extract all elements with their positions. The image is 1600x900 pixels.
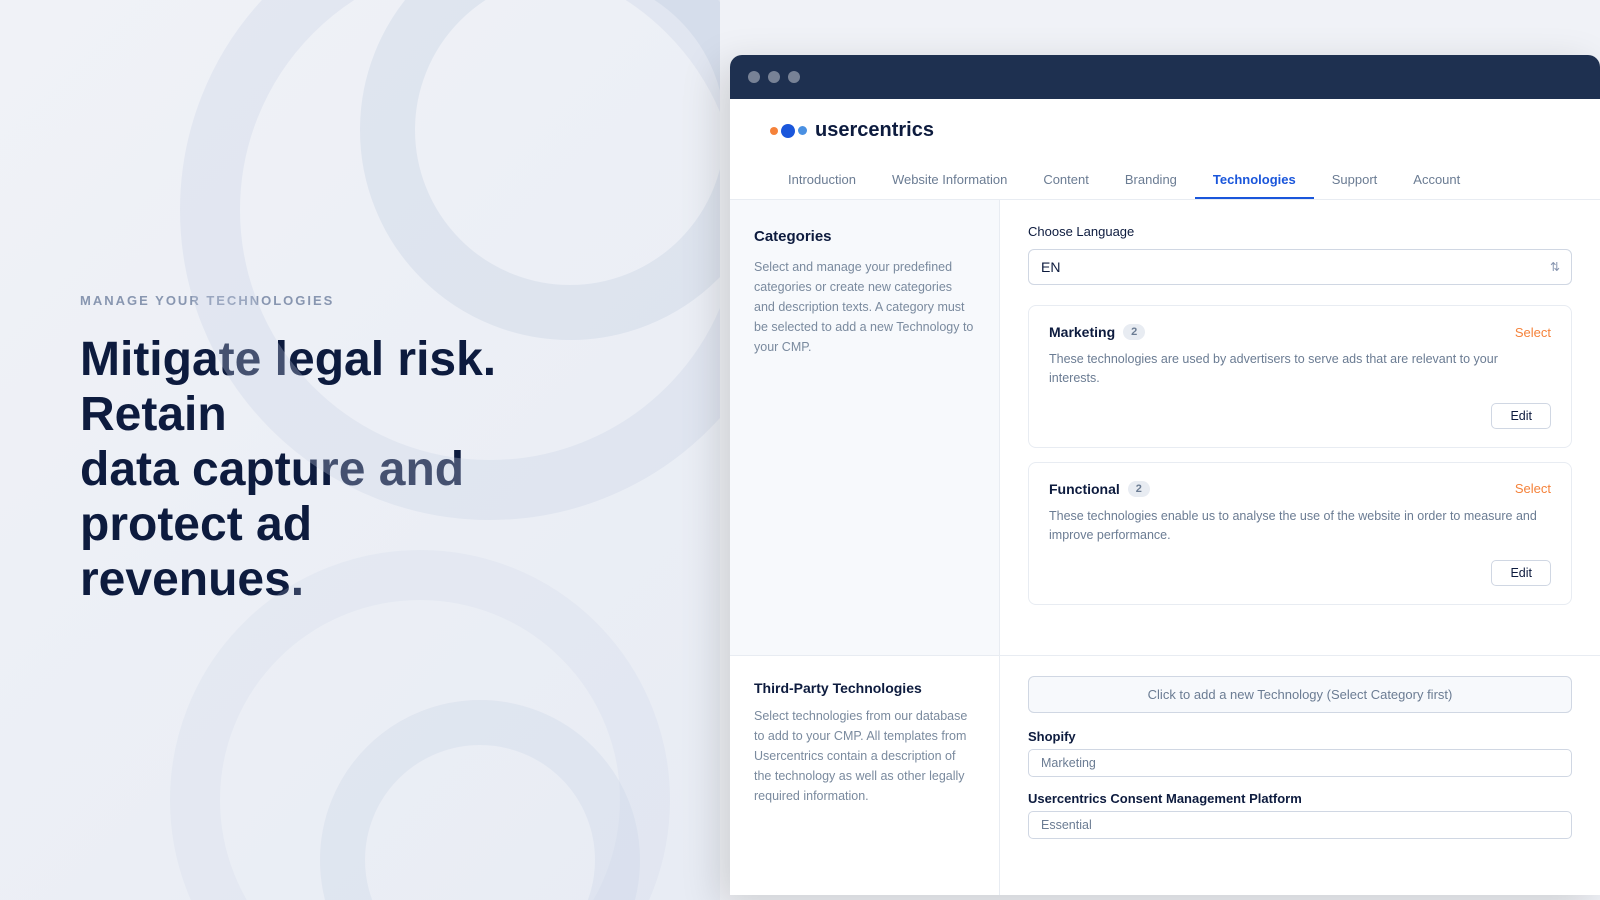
logo-dot-blue-large <box>781 124 795 138</box>
logo-dot-blue-small <box>798 126 807 135</box>
window-dot-2 <box>768 71 780 83</box>
add-technology-button[interactable]: Click to add a new Technology (Select Ca… <box>1028 676 1572 713</box>
category-edit-button-functional[interactable]: Edit <box>1491 560 1551 586</box>
bottom-card-desc: Select technologies from our database to… <box>754 706 975 806</box>
choose-language-label: Choose Language <box>1028 224 1572 239</box>
tech-item-name: Usercentrics Consent Management Platform <box>1028 791 1572 806</box>
language-select[interactable]: ENDEFRESIT <box>1028 249 1572 285</box>
nav-tab-content[interactable]: Content <box>1025 162 1107 199</box>
nav-tab-technologies[interactable]: Technologies <box>1195 162 1314 199</box>
category-badge-functional: 2 <box>1128 481 1150 497</box>
bottom-cards: Third-Party Technologies Select technolo… <box>730 655 1600 895</box>
tech-item-name: Shopify <box>1028 729 1572 744</box>
category-title-row-marketing: Marketing 2 <box>1049 324 1145 340</box>
category-title-marketing: Marketing <box>1049 324 1115 340</box>
headline-line1: Mitigate legal risk. Retain <box>80 333 496 441</box>
left-panel: MANAGE YOUR TECHNOLOGIES Mitigate legal … <box>0 0 720 900</box>
category-title-functional: Functional <box>1049 481 1120 497</box>
language-select-wrapper[interactable]: ENDEFRESIT <box>1028 249 1572 285</box>
category-desc-marketing: These technologies are used by advertise… <box>1049 350 1551 389</box>
category-title-row-functional: Functional 2 <box>1049 481 1150 497</box>
nav-tab-account[interactable]: Account <box>1395 162 1478 199</box>
sidebar-title: Categories <box>754 228 975 245</box>
category-select-link-marketing[interactable]: Select <box>1515 325 1551 340</box>
tech-item-tag: Marketing <box>1028 749 1572 777</box>
bottom-card-left: Third-Party Technologies Select technolo… <box>730 655 1000 895</box>
subtitle: MANAGE YOUR TECHNOLOGIES <box>80 293 640 308</box>
category-card-marketing: Marketing 2 Select These technologies ar… <box>1028 305 1572 448</box>
bottom-card-title: Third-Party Technologies <box>754 680 975 696</box>
tech-item-tag: Essential <box>1028 811 1572 839</box>
browser-window: usercentrics IntroductionWebsite Informa… <box>730 55 1600 895</box>
category-badge-marketing: 2 <box>1123 324 1145 340</box>
browser-titlebar <box>730 55 1600 99</box>
logo-area: usercentrics <box>770 119 1560 142</box>
logo-dots <box>770 124 807 138</box>
categories-container: Marketing 2 Select These technologies ar… <box>1028 305 1572 605</box>
nav-tab-introduction[interactable]: Introduction <box>770 162 874 199</box>
category-select-link-functional[interactable]: Select <box>1515 481 1551 496</box>
logo-dot-orange <box>770 127 778 135</box>
app-header: usercentrics IntroductionWebsite Informa… <box>730 99 1600 200</box>
nav-tab-support[interactable]: Support <box>1314 162 1396 199</box>
category-edit-button-marketing[interactable]: Edit <box>1491 403 1551 429</box>
nav-tabs: IntroductionWebsite InformationContentBr… <box>770 162 1560 199</box>
nav-tab-website-information[interactable]: Website Information <box>874 162 1025 199</box>
headline-line3: revenues. <box>80 553 304 606</box>
browser-content: usercentrics IntroductionWebsite Informa… <box>730 99 1600 895</box>
technology-list: Shopify Marketing Usercentrics Consent M… <box>1028 729 1572 839</box>
sidebar-desc: Select and manage your predefined catego… <box>754 257 975 357</box>
window-dot-3 <box>788 71 800 83</box>
logo-bold: centrics <box>857 119 934 141</box>
tech-item: Usercentrics Consent Management Platform… <box>1028 791 1572 839</box>
nav-tab-branding[interactable]: Branding <box>1107 162 1195 199</box>
logo-light: user <box>815 119 857 141</box>
category-header-functional: Functional 2 Select <box>1049 481 1551 497</box>
category-desc-functional: These technologies enable us to analyse … <box>1049 507 1551 546</box>
category-card-functional: Functional 2 Select These technologies e… <box>1028 462 1572 605</box>
window-dot-1 <box>748 71 760 83</box>
tech-item: Shopify Marketing <box>1028 729 1572 777</box>
headline: Mitigate legal risk. Retain data capture… <box>80 332 640 608</box>
headline-line2: data capture and protect ad <box>80 443 464 551</box>
nav: IntroductionWebsite InformationContentBr… <box>770 162 1560 199</box>
logo-text: usercentrics <box>815 119 934 142</box>
bottom-card-right: Click to add a new Technology (Select Ca… <box>1000 655 1600 895</box>
category-header-marketing: Marketing 2 Select <box>1049 324 1551 340</box>
